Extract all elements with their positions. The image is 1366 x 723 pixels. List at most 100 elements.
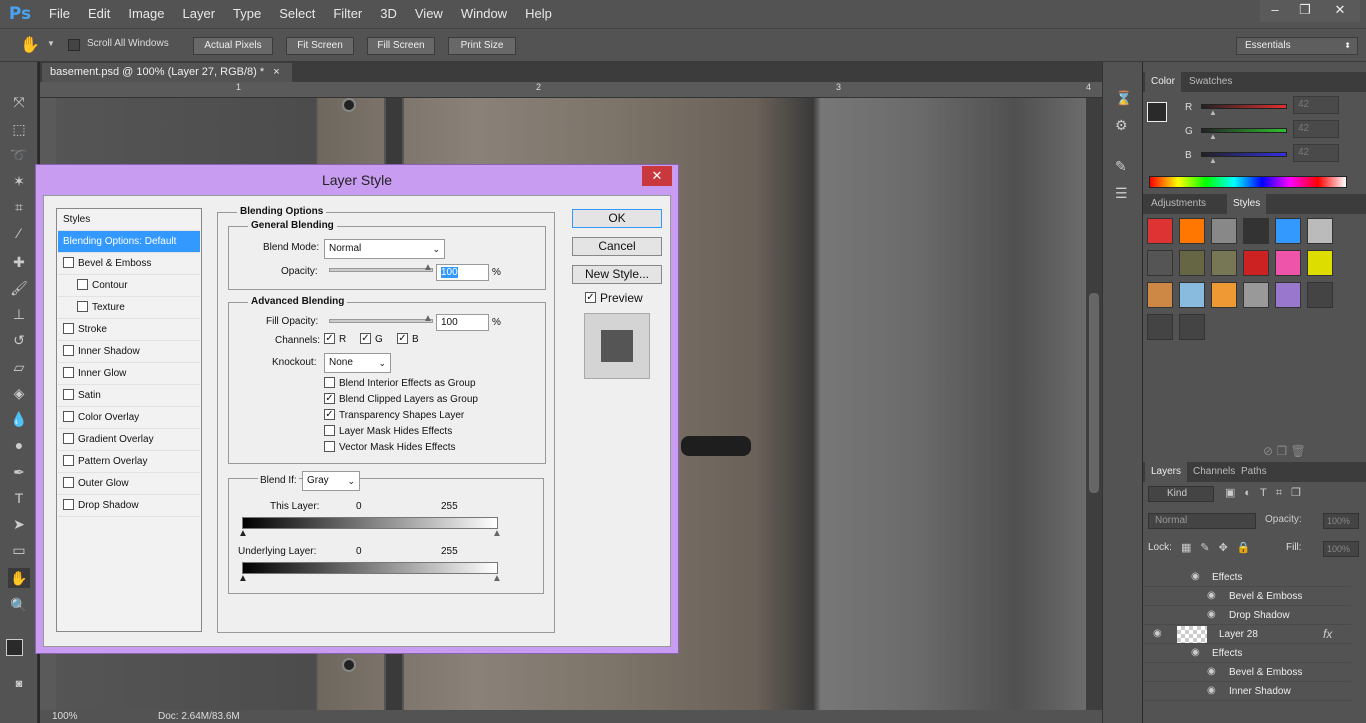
tab-styles[interactable]: Styles — [1227, 194, 1267, 214]
blend-mode-select[interactable]: Normal ⌄ — [324, 239, 445, 259]
checkbox-icon[interactable] — [63, 344, 74, 356]
eye-icon[interactable]: ◉ — [1191, 647, 1200, 658]
eyedropper-tool-icon[interactable]: ⁄ — [8, 223, 30, 243]
style-item[interactable]: Drop Shadow — [58, 495, 200, 517]
style-item[interactable]: Stroke — [58, 319, 200, 341]
preview-checkbox[interactable]: ✓ Preview — [585, 291, 643, 305]
document-tab-close-icon[interactable]: × — [273, 66, 279, 78]
this-layer-gradient[interactable] — [242, 517, 498, 529]
slider-thumb-icon[interactable]: ▲ — [1209, 132, 1217, 141]
fill-opacity-field[interactable]: 100 — [436, 314, 489, 331]
checkbox-icon[interactable] — [63, 476, 74, 488]
brush-tool-icon[interactable]: 🖌 — [8, 278, 30, 298]
eye-icon[interactable]: ◉ — [1207, 609, 1216, 620]
lock-icons[interactable]: ▦✎✥🔒 — [1181, 541, 1260, 554]
document-tab[interactable]: basement.psd @ 100% (Layer 27, RGB/8) * … — [42, 63, 292, 83]
hand-tool-active-icon[interactable]: ✋ — [8, 568, 30, 588]
eye-icon[interactable]: ◉ — [1191, 571, 1200, 582]
move-tool-icon[interactable]: ⤧ — [8, 92, 30, 112]
layer-blend-mode[interactable]: Normal — [1148, 513, 1256, 529]
tab-channels[interactable]: Channels — [1187, 462, 1241, 482]
advanced-option-checkbox[interactable]: ✓ Transparency Shapes Layer — [324, 409, 464, 421]
channel-r-checkbox[interactable]: ✓ R — [324, 333, 346, 345]
channel-g-checkbox[interactable]: ✓ G — [360, 333, 383, 345]
menu-view[interactable]: View — [406, 0, 452, 28]
layer-row[interactable]: ◉ Layer 28 fx — [1143, 625, 1351, 644]
magic-wand-tool-icon[interactable]: ✶ — [8, 171, 30, 191]
style-item[interactable]: Texture — [58, 297, 200, 319]
style-item[interactable]: Bevel & Emboss — [58, 253, 200, 275]
layer-row[interactable]: ◉ Inner Shadow — [1143, 682, 1351, 701]
checkbox-icon[interactable] — [77, 300, 88, 312]
layer-filter-icons[interactable]: ▣◐T⌗❐ — [1225, 486, 1310, 500]
zoom-level[interactable]: 100% — [52, 711, 78, 722]
style-item[interactable]: Inner Shadow — [58, 341, 200, 363]
checkbox-icon[interactable] — [63, 388, 74, 400]
vertical-scrollbar[interactable] — [1086, 98, 1102, 710]
scrollbar-thumb[interactable] — [1089, 293, 1099, 493]
style-swatch[interactable] — [1243, 250, 1269, 276]
underlying-black-slider[interactable]: ▲ — [238, 573, 248, 584]
layer-row[interactable]: ◉ Bevel & Emboss — [1143, 663, 1351, 682]
layer-row[interactable]: ◉ Effects — [1143, 644, 1351, 663]
tab-paths[interactable]: Paths — [1235, 462, 1273, 482]
eye-icon[interactable]: ◉ — [1207, 666, 1216, 677]
fx-icon[interactable]: fx — [1323, 627, 1332, 641]
fill-screen-button[interactable]: Fill Screen — [367, 37, 435, 55]
pen-tool-icon[interactable]: ✒ — [8, 462, 30, 482]
style-swatch[interactable] — [1243, 282, 1269, 308]
style-swatch[interactable] — [1147, 250, 1173, 276]
foreground-color-swatch[interactable] — [6, 639, 23, 656]
blur-tool-icon[interactable]: 💧 — [8, 409, 30, 429]
advanced-option-checkbox[interactable]: ✓ Blend Clipped Layers as Group — [324, 393, 478, 405]
blend-if-select[interactable]: Gray ⌄ — [302, 471, 360, 491]
marquee-tool-icon[interactable]: ⬚ — [8, 119, 30, 139]
fit-screen-button[interactable]: Fit Screen — [286, 37, 354, 55]
dodge-tool-icon[interactable]: ● — [8, 435, 30, 455]
scroll-all-checkbox[interactable] — [68, 39, 80, 51]
workspace-select[interactable]: Essentials ⬍ — [1236, 37, 1358, 55]
menu-select[interactable]: Select — [270, 0, 324, 28]
style-swatch[interactable] — [1307, 282, 1333, 308]
style-swatch[interactable] — [1275, 282, 1301, 308]
checkbox-icon[interactable] — [77, 278, 88, 290]
menu-help[interactable]: Help — [516, 0, 561, 28]
style-item[interactable]: Gradient Overlay — [58, 429, 200, 451]
style-swatch[interactable] — [1275, 218, 1301, 244]
window-close-button[interactable]: ✕ — [1320, 0, 1360, 22]
cancel-button[interactable]: Cancel — [572, 237, 662, 256]
layer-row[interactable]: ◉ Drop Shadow — [1143, 606, 1351, 625]
checkbox-icon[interactable] — [63, 256, 74, 268]
brush-panel-icon[interactable]: ✎ — [1115, 158, 1127, 175]
tool-preset-arrow-icon[interactable]: ▼ — [47, 39, 55, 48]
style-swatch[interactable] — [1179, 250, 1205, 276]
opacity-slider-thumb[interactable]: ▲ — [423, 262, 433, 273]
style-item[interactable]: Blending Options: Default — [58, 231, 200, 253]
path-select-tool-icon[interactable]: ➤ — [8, 514, 30, 534]
advanced-option-checkbox[interactable]: Layer Mask Hides Effects — [324, 425, 452, 437]
menu-filter[interactable]: Filter — [324, 0, 371, 28]
history-brush-tool-icon[interactable]: ↺ — [8, 330, 30, 350]
history-panel-icon[interactable]: ⌛ — [1115, 90, 1132, 107]
channel-r-value[interactable]: 42 — [1293, 96, 1339, 114]
menu-3d[interactable]: 3D — [371, 0, 406, 28]
type-tool-icon[interactable]: T — [8, 488, 30, 508]
quick-mask-icon[interactable]: ◙ — [8, 674, 30, 694]
style-item[interactable]: Color Overlay — [58, 407, 200, 429]
style-item[interactable]: Pattern Overlay — [58, 451, 200, 473]
style-swatch[interactable] — [1307, 250, 1333, 276]
style-swatch[interactable] — [1147, 218, 1173, 244]
layer-fill-field[interactable]: 100% — [1323, 541, 1359, 557]
style-swatch[interactable] — [1275, 250, 1301, 276]
properties-panel-icon[interactable]: ⚙ — [1115, 117, 1128, 134]
ok-button[interactable]: OK — [572, 209, 662, 228]
underlying-white-slider[interactable]: ▲ — [492, 573, 502, 584]
channel-b-checkbox[interactable]: ✓ B — [397, 333, 419, 345]
new-style-button[interactable]: New Style... — [572, 265, 662, 284]
menu-edit[interactable]: Edit — [79, 0, 119, 28]
fill-opacity-slider-thumb[interactable]: ▲ — [423, 313, 433, 324]
layer-filter-kind[interactable]: Kind — [1148, 486, 1214, 502]
shape-tool-icon[interactable]: ▭ — [8, 540, 30, 560]
channel-g-value[interactable]: 42 — [1293, 120, 1339, 138]
tab-layers[interactable]: Layers — [1145, 462, 1188, 482]
